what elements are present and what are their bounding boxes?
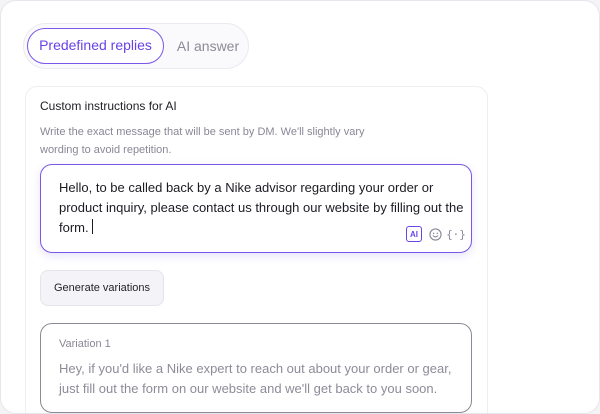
tab-predefined-replies[interactable]: Predefined replies	[27, 28, 164, 64]
generate-variations-button[interactable]: Generate variations	[40, 270, 164, 306]
variation-text: Hey, if you'd like a Nike expert to reac…	[59, 361, 452, 396]
text-caret	[91, 219, 93, 234]
message-textarea[interactable]: Hello, to be called back by a Nike advis…	[40, 164, 472, 253]
card-description: Write the exact message that will be sen…	[40, 126, 365, 156]
app-frame: Predefined replies AI answer Custom inst…	[0, 0, 600, 414]
card-title: Custom instructions for AI	[40, 99, 177, 113]
ai-icon[interactable]: AI	[406, 226, 422, 242]
variation-card[interactable]: Variation 1 Hey, if you'd like a Nike ex…	[40, 323, 472, 413]
smiley-icon[interactable]	[427, 226, 443, 242]
message-text-content: Hello, to be called back by a Nike advis…	[59, 180, 464, 235]
message-text[interactable]: Hello, to be called back by a Nike advis…	[59, 178, 464, 238]
variables-icon[interactable]: {·}	[446, 226, 466, 242]
instructions-card: Custom instructions for AI Write the exa…	[25, 86, 488, 413]
reply-mode-tabs: Predefined replies AI answer	[23, 23, 249, 69]
tab-ai-answer[interactable]: AI answer	[170, 28, 246, 64]
variation-title: Variation 1	[59, 338, 111, 350]
smiley-icon-graphic	[428, 227, 442, 241]
